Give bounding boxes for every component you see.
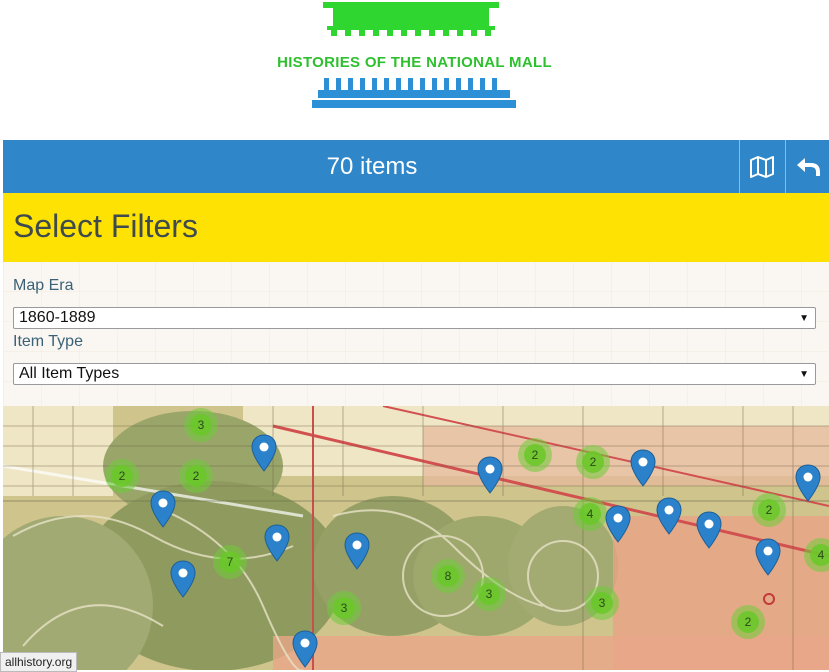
site-header: HISTORIES OF THE NATIONAL MALL (0, 0, 829, 140)
map-cluster-marker[interactable]: 2 (752, 493, 786, 527)
map-cluster-marker[interactable]: 2 (179, 459, 213, 493)
map-pin-icon[interactable] (264, 524, 290, 562)
cluster-count: 3 (190, 414, 212, 436)
cluster-count: 2 (758, 499, 780, 521)
filters-header: Select Filters (3, 193, 829, 262)
map-pin-icon[interactable] (292, 630, 318, 668)
cluster-count: 7 (219, 551, 241, 573)
map-era-label: Map Era (13, 277, 74, 294)
item-type-select[interactable]: All Item Types ▼ (13, 363, 816, 385)
items-count: 70 items (326, 153, 418, 180)
map-era-value: 1860-1889 (19, 309, 96, 326)
map-cluster-marker[interactable]: 8 (431, 559, 465, 593)
map-pin-icon[interactable] (251, 434, 277, 472)
map-cluster-marker[interactable]: 4 (573, 497, 607, 531)
filters-title: Select Filters (13, 208, 198, 244)
map-pin-icon[interactable] (755, 538, 781, 576)
logo-title: HISTORIES OF THE NATIONAL MALL (277, 54, 552, 71)
status-bar-url: allhistory.org (0, 652, 78, 672)
map-cluster-marker[interactable]: 3 (327, 591, 361, 625)
cluster-count: 2 (185, 465, 207, 487)
map-icon (750, 155, 774, 178)
map-pin-icon[interactable] (795, 464, 821, 502)
map-pin-icon[interactable] (170, 560, 196, 598)
map-pin-icon[interactable] (344, 532, 370, 570)
cluster-count: 2 (111, 465, 133, 487)
map-cluster-marker[interactable]: 3 (184, 408, 218, 442)
map-pin-icon[interactable] (150, 490, 176, 528)
cluster-count: 4 (579, 503, 601, 525)
map-cluster-marker[interactable]: 3 (472, 577, 506, 611)
map-view-button[interactable] (739, 140, 784, 193)
cluster-count: 2 (582, 451, 604, 473)
map-pin-icon[interactable] (477, 456, 503, 494)
item-type-value: All Item Types (19, 365, 120, 382)
historical-map[interactable]: 3 2 2 7 3 8 3 2 2 4 3 2 2 4 (3, 406, 829, 670)
cluster-count: 2 (737, 611, 759, 633)
logo-building-roof (323, 2, 499, 36)
map-cluster-marker[interactable]: 3 (585, 586, 619, 620)
dropdown-arrow-icon: ▼ (799, 313, 809, 324)
cluster-count: 2 (524, 444, 546, 466)
map-cluster-marker[interactable]: 2 (518, 438, 552, 472)
cluster-count: 8 (437, 565, 459, 587)
map-era-select[interactable]: 1860-1889 ▼ (13, 307, 816, 329)
map-cluster-marker[interactable]: 2 (105, 459, 139, 493)
cluster-count: 3 (333, 597, 355, 619)
dropdown-arrow-icon: ▼ (799, 369, 809, 380)
back-arrow-icon (797, 157, 820, 176)
map-pin-icon[interactable] (696, 511, 722, 549)
back-button[interactable] (785, 140, 829, 193)
item-type-label: Item Type (13, 333, 83, 350)
map-cluster-marker[interactable]: 7 (213, 545, 247, 579)
map-pin-icon[interactable] (605, 505, 631, 543)
cluster-count: 4 (810, 544, 829, 566)
logo-building-base (312, 78, 516, 108)
map-pin-icon[interactable] (656, 497, 682, 535)
map-cluster-marker[interactable]: 2 (576, 445, 610, 479)
cluster-count: 3 (478, 583, 500, 605)
map-pin-icon[interactable] (630, 449, 656, 487)
items-bar: 70 items (3, 140, 829, 193)
map-cluster-marker[interactable]: 2 (731, 605, 765, 639)
filter-panel: Map Era 1860-1889 ▼ Item Type All Item T… (3, 262, 829, 406)
cluster-count: 3 (591, 592, 613, 614)
